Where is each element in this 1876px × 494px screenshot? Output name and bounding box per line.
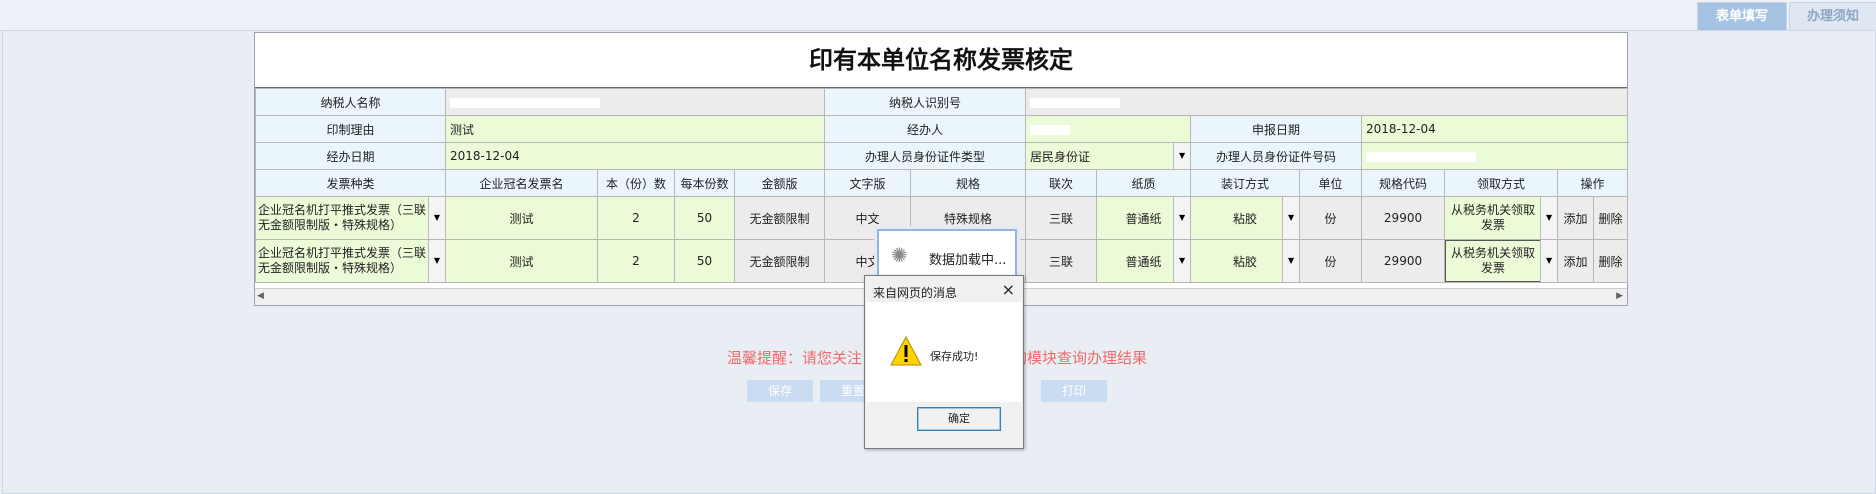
label-taxpayer-name: 纳税人名称: [255, 88, 446, 116]
chevron-down-icon[interactable]: ▼: [1173, 197, 1190, 239]
close-icon[interactable]: ×: [1002, 280, 1015, 299]
tab-notice[interactable]: 办理须知: [1789, 2, 1876, 30]
reminder-tail: 询模块查询办理结果: [1012, 349, 1148, 367]
chevron-down-icon[interactable]: ▼: [1282, 197, 1299, 239]
unit: 份: [1299, 196, 1363, 240]
pickup-select[interactable]: 从税务机关领取发票 ▼: [1444, 239, 1559, 283]
id-type-select[interactable]: 居民身份证 ▼: [1025, 142, 1192, 170]
col-header: 规格代码: [1361, 169, 1446, 197]
unit: 份: [1299, 239, 1363, 283]
label-report-date: 申报日期: [1190, 115, 1363, 143]
col-header: 规格: [909, 169, 1027, 197]
spinner-icon: ✺: [891, 243, 908, 267]
col-header: 纸质: [1096, 169, 1192, 197]
per-book-input[interactable]: 50: [674, 196, 735, 240]
invoice-name-input[interactable]: 测试: [445, 239, 598, 283]
col-header: 每本份数: [674, 169, 735, 197]
per-book-input[interactable]: 50: [674, 239, 735, 283]
chevron-down-icon[interactable]: ▼: [1282, 240, 1299, 282]
invoice-kind-select[interactable]: 企业冠名机打平推式发票（三联无金额限制版・特殊规格） ▼: [255, 239, 446, 283]
col-header: 本（份）数: [597, 169, 675, 197]
invoice-kind-value: 企业冠名机打平推式发票（三联无金额限制版・特殊规格）: [258, 203, 427, 232]
paper-value: 普通纸: [1125, 254, 1162, 269]
handler-input[interactable]: [1025, 115, 1192, 143]
warning-icon: [890, 336, 922, 366]
col-header: 企业冠名发票名: [445, 169, 598, 197]
spec-code: 29900: [1361, 196, 1446, 240]
scroll-left-icon[interactable]: ◀: [257, 291, 264, 301]
report-date-input[interactable]: 2018-12-04: [1361, 115, 1629, 143]
dialog-message: 保存成功!: [930, 350, 979, 363]
amount-version: 无金额限制: [734, 196, 825, 240]
chevron-down-icon[interactable]: ▼: [428, 197, 445, 239]
amount-version: 无金额限制: [734, 239, 825, 283]
count-input[interactable]: 2: [597, 239, 675, 283]
loading-text: 数据加载中...: [929, 253, 1007, 268]
col-header: 单位: [1299, 169, 1363, 197]
handle-date-input[interactable]: 2018-12-04: [445, 142, 825, 170]
dialog-title: 来自网页的消息: [873, 286, 958, 300]
save-button[interactable]: 保存: [747, 380, 813, 402]
chevron-down-icon[interactable]: ▼: [1173, 240, 1190, 282]
invoice-kind-value: 企业冠名机打平推式发票（三联无金额限制版・特殊规格）: [258, 246, 427, 275]
add-button[interactable]: 添加: [1557, 196, 1595, 240]
binding-select[interactable]: 粘胶 ▼: [1190, 239, 1301, 283]
label-handler: 经办人: [823, 115, 1027, 143]
col-header: 文字版: [824, 169, 911, 197]
pickup-select[interactable]: 从税务机关领取发票 ▼: [1444, 196, 1559, 240]
delete-button[interactable]: 删除: [1593, 239, 1629, 283]
col-header: 联次: [1025, 169, 1098, 197]
label-taxpayer-id: 纳税人识别号: [823, 88, 1027, 116]
count-input[interactable]: 2: [597, 196, 675, 240]
label-print-reason: 印制理由: [255, 115, 446, 143]
label-id-type: 办理人员身份证件类型: [823, 142, 1027, 170]
label-id-number: 办理人员身份证件号码: [1190, 142, 1363, 170]
invoice-kind-select[interactable]: 企业冠名机打平推式发票（三联无金额限制版・特殊规格） ▼: [255, 196, 446, 240]
print-button[interactable]: 打印: [1041, 380, 1107, 402]
chevron-down-icon[interactable]: ▼: [1540, 240, 1557, 282]
pickup-value: 从税务机关领取发票: [1451, 246, 1536, 275]
chevron-down-icon[interactable]: ▼: [1540, 197, 1557, 239]
paper-select[interactable]: 普通纸 ▼: [1096, 239, 1192, 283]
paper-value: 普通纸: [1125, 211, 1162, 226]
top-bar: 表单填写 办理须知: [0, 0, 1876, 31]
print-reason-input[interactable]: 测试: [445, 115, 825, 143]
chevron-down-icon[interactable]: ▼: [1173, 143, 1190, 169]
pickup-value: 从税务机关领取发票: [1451, 203, 1536, 232]
scroll-right-icon[interactable]: ▶: [1616, 291, 1623, 301]
id-number-input[interactable]: [1361, 142, 1629, 170]
chevron-down-icon[interactable]: ▼: [428, 240, 445, 282]
table-header-row: 发票种类 企业冠名发票名 本（份）数 每本份数 金额版 文字版 规格 联次 纸质…: [255, 169, 1629, 197]
taxpayer-id-field[interactable]: [1025, 88, 1629, 116]
col-header: 金额版: [734, 169, 825, 197]
binding-value: 粘胶: [1233, 211, 1258, 226]
binding-select[interactable]: 粘胶 ▼: [1190, 196, 1301, 240]
binding-value: 粘胶: [1233, 254, 1258, 269]
copies: 三联: [1025, 239, 1098, 283]
reminder-head: 温馨提醒：请您关注: [727, 349, 863, 367]
col-header: 领取方式: [1444, 169, 1559, 197]
message-dialog: 来自网页的消息 × 保存成功! 确定: [864, 275, 1024, 449]
label-handle-date: 经办日期: [255, 142, 446, 170]
id-type-value: 居民身份证: [1030, 149, 1091, 164]
form-title: 印有本单位名称发票核定: [255, 33, 1627, 88]
copies: 三联: [1025, 196, 1098, 240]
taxpayer-name-field[interactable]: [445, 88, 825, 116]
invoice-name-input[interactable]: 测试: [445, 196, 598, 240]
col-header: 操作: [1557, 169, 1629, 197]
paper-select[interactable]: 普通纸 ▼: [1096, 196, 1192, 240]
spec-code: 29900: [1361, 239, 1446, 283]
col-header: 装订方式: [1190, 169, 1301, 197]
add-button[interactable]: 添加: [1557, 239, 1595, 283]
col-header: 发票种类: [255, 169, 446, 197]
tab-form-fill[interactable]: 表单填写: [1697, 2, 1787, 30]
dialog-body: 保存成功!: [866, 302, 1022, 402]
ok-button[interactable]: 确定: [917, 407, 1001, 431]
delete-button[interactable]: 删除: [1593, 196, 1629, 240]
